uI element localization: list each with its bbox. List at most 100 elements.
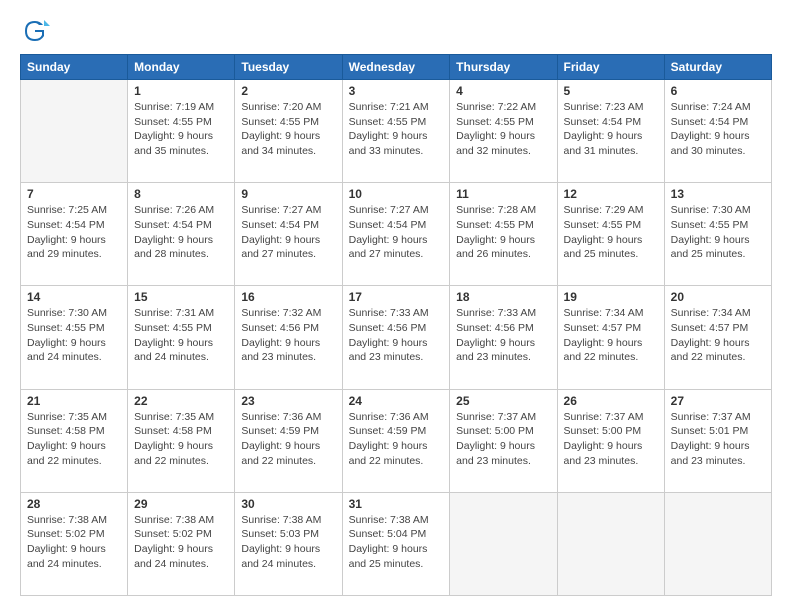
day-info: Sunrise: 7:31 AMSunset: 4:55 PMDaylight:…	[134, 306, 228, 365]
day-number: 5	[564, 84, 658, 98]
day-info: Sunrise: 7:33 AMSunset: 4:56 PMDaylight:…	[456, 306, 550, 365]
day-number: 8	[134, 187, 228, 201]
day-info: Sunrise: 7:36 AMSunset: 4:59 PMDaylight:…	[241, 410, 335, 469]
day-info: Sunrise: 7:38 AMSunset: 5:03 PMDaylight:…	[241, 513, 335, 572]
day-info: Sunrise: 7:38 AMSunset: 5:04 PMDaylight:…	[349, 513, 444, 572]
day-cell	[557, 492, 664, 595]
day-cell: 21 Sunrise: 7:35 AMSunset: 4:58 PMDayligh…	[21, 389, 128, 492]
week-row-4: 28 Sunrise: 7:38 AMSunset: 5:02 PMDayligh…	[21, 492, 772, 595]
day-info: Sunrise: 7:34 AMSunset: 4:57 PMDaylight:…	[564, 306, 658, 365]
day-number: 10	[349, 187, 444, 201]
col-header-saturday: Saturday	[664, 55, 771, 80]
day-number: 31	[349, 497, 444, 511]
day-number: 3	[349, 84, 444, 98]
day-number: 22	[134, 394, 228, 408]
day-cell: 19 Sunrise: 7:34 AMSunset: 4:57 PMDayligh…	[557, 286, 664, 389]
day-number: 13	[671, 187, 765, 201]
week-row-3: 21 Sunrise: 7:35 AMSunset: 4:58 PMDayligh…	[21, 389, 772, 492]
day-cell	[450, 492, 557, 595]
day-number: 4	[456, 84, 550, 98]
day-cell: 22Sunrise: 7:35 AMSunset: 4:58 PMDayligh…	[128, 389, 235, 492]
day-info: Sunrise: 7:19 AMSunset: 4:55 PMDaylight:…	[134, 100, 228, 159]
day-info: Sunrise: 7:26 AMSunset: 4:54 PMDaylight:…	[134, 203, 228, 262]
day-info: Sunrise: 7:37 AMSunset: 5:01 PMDaylight:…	[671, 410, 765, 469]
col-header-monday: Monday	[128, 55, 235, 80]
day-cell: 18Sunrise: 7:33 AMSunset: 4:56 PMDayligh…	[450, 286, 557, 389]
day-number: 6	[671, 84, 765, 98]
day-cell: 29 Sunrise: 7:38 AMSunset: 5:02 PMDayligh…	[128, 492, 235, 595]
day-info: Sunrise: 7:37 AMSunset: 5:00 PMDaylight:…	[564, 410, 658, 469]
day-cell: 27 Sunrise: 7:37 AMSunset: 5:01 PMDayligh…	[664, 389, 771, 492]
page: SundayMondayTuesdayWednesdayThursdayFrid…	[0, 0, 792, 612]
day-info: Sunrise: 7:24 AMSunset: 4:54 PMDaylight:…	[671, 100, 765, 159]
day-cell: 4Sunrise: 7:22 AMSunset: 4:55 PMDaylight…	[450, 80, 557, 183]
day-info: Sunrise: 7:29 AMSunset: 4:55 PMDaylight:…	[564, 203, 658, 262]
day-cell: 23 Sunrise: 7:36 AMSunset: 4:59 PMDayligh…	[235, 389, 342, 492]
logo-icon	[20, 16, 50, 46]
header	[20, 16, 772, 46]
day-info: Sunrise: 7:35 AMSunset: 4:58 PMDaylight:…	[27, 410, 121, 469]
day-cell: 11 Sunrise: 7:28 AMSunset: 4:55 PMDayligh…	[450, 183, 557, 286]
day-cell: 9 Sunrise: 7:27 AMSunset: 4:54 PMDaylight…	[235, 183, 342, 286]
day-number: 11	[456, 187, 550, 201]
day-info: Sunrise: 7:32 AMSunset: 4:56 PMDaylight:…	[241, 306, 335, 365]
day-number: 12	[564, 187, 658, 201]
day-cell: 8 Sunrise: 7:26 AMSunset: 4:54 PMDaylight…	[128, 183, 235, 286]
day-number: 28	[27, 497, 121, 511]
calendar-table: SundayMondayTuesdayWednesdayThursdayFrid…	[20, 54, 772, 596]
day-number: 25	[456, 394, 550, 408]
day-cell: 1 Sunrise: 7:19 AMSunset: 4:55 PMDaylight…	[128, 80, 235, 183]
day-cell: 15 Sunrise: 7:31 AMSunset: 4:55 PMDayligh…	[128, 286, 235, 389]
week-row-0: 1 Sunrise: 7:19 AMSunset: 4:55 PMDaylight…	[21, 80, 772, 183]
day-number: 23	[241, 394, 335, 408]
day-number: 7	[27, 187, 121, 201]
day-cell: 24 Sunrise: 7:36 AMSunset: 4:59 PMDayligh…	[342, 389, 450, 492]
day-number: 24	[349, 394, 444, 408]
day-number: 16	[241, 290, 335, 304]
col-header-tuesday: Tuesday	[235, 55, 342, 80]
logo	[20, 16, 54, 46]
day-number: 15	[134, 290, 228, 304]
day-cell: 17Sunrise: 7:33 AMSunset: 4:56 PMDayligh…	[342, 286, 450, 389]
day-cell	[664, 492, 771, 595]
day-number: 20	[671, 290, 765, 304]
day-number: 1	[134, 84, 228, 98]
day-info: Sunrise: 7:34 AMSunset: 4:57 PMDaylight:…	[671, 306, 765, 365]
day-info: Sunrise: 7:30 AMSunset: 4:55 PMDaylight:…	[27, 306, 121, 365]
col-header-friday: Friday	[557, 55, 664, 80]
day-cell: 30 Sunrise: 7:38 AMSunset: 5:03 PMDayligh…	[235, 492, 342, 595]
day-cell: 6 Sunrise: 7:24 AMSunset: 4:54 PMDaylight…	[664, 80, 771, 183]
col-header-thursday: Thursday	[450, 55, 557, 80]
day-info: Sunrise: 7:38 AMSunset: 5:02 PMDaylight:…	[134, 513, 228, 572]
day-number: 29	[134, 497, 228, 511]
day-info: Sunrise: 7:28 AMSunset: 4:55 PMDaylight:…	[456, 203, 550, 262]
day-cell: 13 Sunrise: 7:30 AMSunset: 4:55 PMDayligh…	[664, 183, 771, 286]
day-number: 21	[27, 394, 121, 408]
day-cell: 16 Sunrise: 7:32 AMSunset: 4:56 PMDayligh…	[235, 286, 342, 389]
day-number: 26	[564, 394, 658, 408]
day-info: Sunrise: 7:20 AMSunset: 4:55 PMDaylight:…	[241, 100, 335, 159]
day-cell: 26 Sunrise: 7:37 AMSunset: 5:00 PMDayligh…	[557, 389, 664, 492]
day-info: Sunrise: 7:27 AMSunset: 4:54 PMDaylight:…	[241, 203, 335, 262]
week-row-2: 14 Sunrise: 7:30 AMSunset: 4:55 PMDayligh…	[21, 286, 772, 389]
day-info: Sunrise: 7:30 AMSunset: 4:55 PMDaylight:…	[671, 203, 765, 262]
day-cell: 2 Sunrise: 7:20 AMSunset: 4:55 PMDaylight…	[235, 80, 342, 183]
day-number: 17	[349, 290, 444, 304]
day-info: Sunrise: 7:36 AMSunset: 4:59 PMDaylight:…	[349, 410, 444, 469]
day-info: Sunrise: 7:23 AMSunset: 4:54 PMDaylight:…	[564, 100, 658, 159]
day-info: Sunrise: 7:25 AMSunset: 4:54 PMDaylight:…	[27, 203, 121, 262]
day-number: 27	[671, 394, 765, 408]
day-number: 9	[241, 187, 335, 201]
day-cell: 7 Sunrise: 7:25 AMSunset: 4:54 PMDaylight…	[21, 183, 128, 286]
day-cell: 20 Sunrise: 7:34 AMSunset: 4:57 PMDayligh…	[664, 286, 771, 389]
day-number: 19	[564, 290, 658, 304]
day-info: Sunrise: 7:37 AMSunset: 5:00 PMDaylight:…	[456, 410, 550, 469]
day-number: 2	[241, 84, 335, 98]
day-number: 14	[27, 290, 121, 304]
col-header-wednesday: Wednesday	[342, 55, 450, 80]
day-info: Sunrise: 7:27 AMSunset: 4:54 PMDaylight:…	[349, 203, 444, 262]
day-cell	[21, 80, 128, 183]
day-cell: 3Sunrise: 7:21 AMSunset: 4:55 PMDaylight…	[342, 80, 450, 183]
day-number: 30	[241, 497, 335, 511]
col-header-sunday: Sunday	[21, 55, 128, 80]
